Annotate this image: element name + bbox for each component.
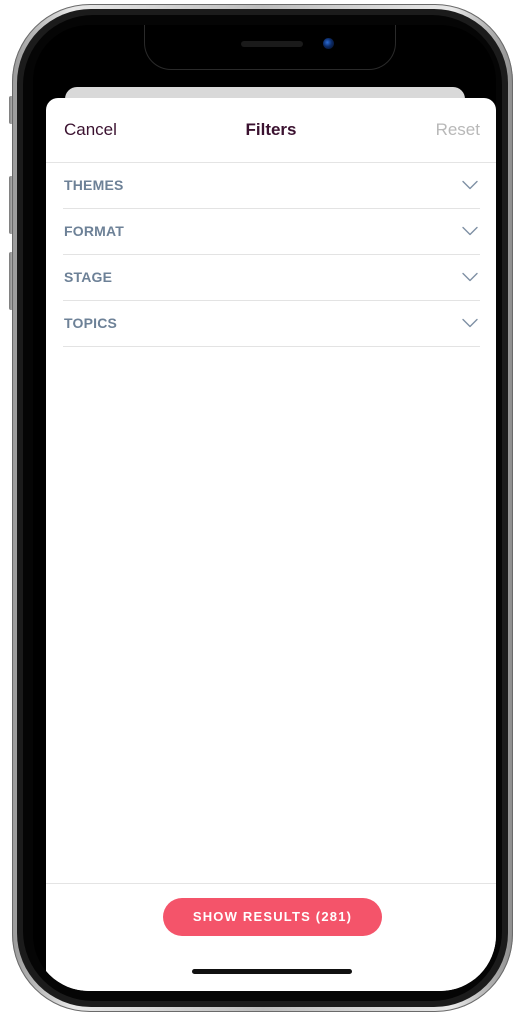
filter-list: THEMES FORMAT STAGE TOPICS xyxy=(63,163,480,347)
chevron-down-icon xyxy=(462,180,478,190)
home-indicator[interactable] xyxy=(192,969,352,974)
speaker-grille xyxy=(241,41,303,47)
phone-screen: Cancel Filters Reset THEMES FORMAT STAGE… xyxy=(33,25,496,991)
filter-row-stage[interactable]: STAGE xyxy=(63,255,480,301)
filter-label: TOPICS xyxy=(64,315,118,331)
front-camera-icon xyxy=(323,38,334,49)
reset-button[interactable]: Reset xyxy=(436,120,480,140)
filter-row-topics[interactable]: TOPICS xyxy=(63,301,480,347)
filter-row-format[interactable]: FORMAT xyxy=(63,209,480,255)
phone-mockup: Cancel Filters Reset THEMES FORMAT STAGE… xyxy=(0,0,513,1016)
page-title: Filters xyxy=(245,120,297,139)
filter-row-themes[interactable]: THEMES xyxy=(63,163,480,209)
filters-sheet: Cancel Filters Reset THEMES FORMAT STAGE… xyxy=(46,98,496,991)
show-results-button[interactable]: SHOW RESULTS (281) xyxy=(163,898,382,936)
chevron-down-icon xyxy=(462,272,478,282)
filter-label: STAGE xyxy=(64,269,113,285)
chevron-down-icon xyxy=(462,318,478,328)
nav-bar: Cancel Filters Reset xyxy=(46,98,496,163)
filter-label: THEMES xyxy=(64,177,124,193)
bottom-bar: SHOW RESULTS (281) xyxy=(46,883,496,991)
filter-label: FORMAT xyxy=(64,223,125,239)
chevron-down-icon xyxy=(462,226,478,236)
notch xyxy=(145,25,395,69)
